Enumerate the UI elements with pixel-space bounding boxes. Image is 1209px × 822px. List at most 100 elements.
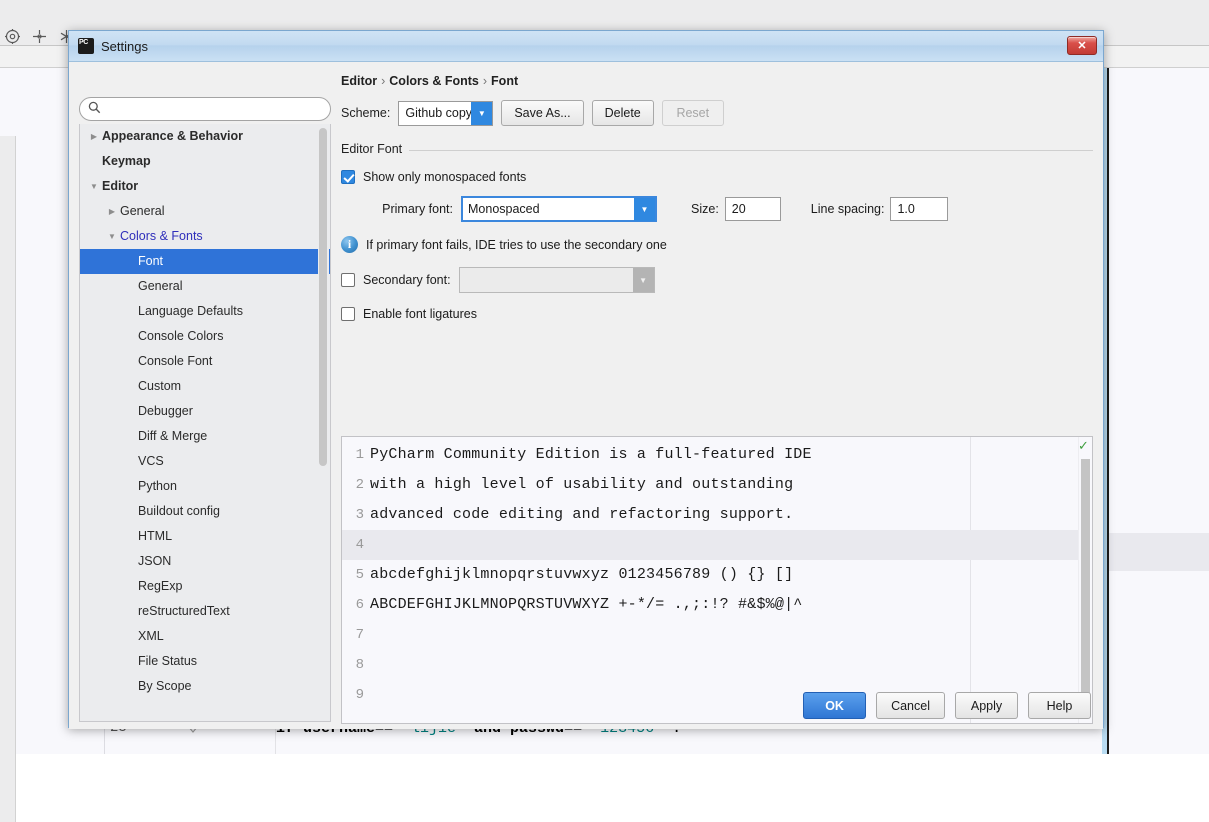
sidebar-item-xml[interactable]: XML bbox=[80, 624, 330, 649]
splitter-grip-icon bbox=[706, 427, 728, 431]
sidebar-item-keymap[interactable]: Keymap bbox=[80, 149, 330, 174]
info-row: i If primary font fails, IDE tries to us… bbox=[341, 236, 1093, 253]
tree-spacer bbox=[122, 599, 138, 624]
sidebar-item-regexp[interactable]: RegExp bbox=[80, 574, 330, 599]
preview-scrollbar[interactable] bbox=[1078, 437, 1092, 723]
inspection-check-icon[interactable]: ✓ bbox=[1077, 439, 1090, 452]
sidebar-item-html[interactable]: HTML bbox=[80, 524, 330, 549]
sidebar-item-general[interactable]: ▶General bbox=[80, 199, 330, 224]
sidebar-item-label: Debugger bbox=[138, 404, 193, 418]
preview-line-text: abcdefghijklmnopqrstuvwxyz 0123456789 ()… bbox=[370, 566, 793, 583]
font-preview-pane[interactable]: 1PyCharm Community Edition is a full-fea… bbox=[341, 436, 1093, 724]
preview-line: 1PyCharm Community Edition is a full-fea… bbox=[342, 440, 1092, 470]
show-monospaced-checkbox[interactable] bbox=[341, 170, 355, 184]
sidebar-item-python[interactable]: Python bbox=[80, 474, 330, 499]
chevron-down-icon[interactable]: ▼ bbox=[104, 224, 120, 249]
sidebar-item-colors-fonts[interactable]: ▼Colors & Fonts bbox=[80, 224, 330, 249]
info-text: If primary font fails, IDE tries to use … bbox=[366, 238, 667, 252]
tree-spacer bbox=[122, 424, 138, 449]
sidebar-item-label: Python bbox=[138, 479, 177, 493]
tree-spacer bbox=[122, 349, 138, 374]
chevron-right-icon[interactable]: ▶ bbox=[86, 124, 102, 149]
settings-tree[interactable]: ▶Appearance & Behavior Keymap▼Editor▶Gen… bbox=[79, 124, 331, 722]
preview-line-number: 2 bbox=[342, 470, 364, 500]
sidebar-item-buildout-config[interactable]: Buildout config bbox=[80, 499, 330, 524]
pycharm-logo-icon bbox=[78, 38, 94, 54]
tree-spacer bbox=[122, 249, 138, 274]
sidebar-item-label: VCS bbox=[138, 454, 164, 468]
line-spacing-label: Line spacing: bbox=[811, 202, 885, 216]
preview-scrollbar-thumb[interactable] bbox=[1081, 459, 1090, 709]
preview-line-number: 6 bbox=[342, 590, 364, 620]
sidebar-item-console-font[interactable]: Console Font bbox=[80, 349, 330, 374]
size-label: Size: bbox=[691, 202, 719, 216]
sidebar-item-label: General bbox=[120, 204, 164, 218]
secondary-font-row: Secondary font: ▼ bbox=[341, 267, 1093, 293]
sidebar-item-label: Language Defaults bbox=[138, 304, 243, 318]
primary-font-dropdown[interactable]: Monospaced ▼ bbox=[461, 196, 657, 222]
preview-line-number: 7 bbox=[342, 620, 364, 650]
enable-ligatures-checkbox[interactable] bbox=[341, 307, 355, 321]
sidebar-item-restructuredtext[interactable]: reStructuredText bbox=[80, 599, 330, 624]
delete-button[interactable]: Delete bbox=[592, 100, 654, 126]
sidebar-item-label: Font bbox=[138, 254, 163, 268]
chevron-down-icon[interactable]: ▼ bbox=[634, 198, 655, 221]
sidebar-item-label: By Scope bbox=[138, 679, 192, 693]
secondary-font-checkbox[interactable] bbox=[341, 273, 355, 287]
dialog-titlebar[interactable]: Settings ✕ bbox=[69, 31, 1103, 62]
breadcrumb-part-colors-fonts[interactable]: Colors & Fonts bbox=[389, 74, 479, 88]
sidebar-item-json[interactable]: JSON bbox=[80, 549, 330, 574]
chevron-down-icon[interactable]: ▼ bbox=[86, 174, 102, 199]
sidebar-item-vcs[interactable]: VCS bbox=[80, 449, 330, 474]
sidebar-item-by-scope[interactable]: By Scope bbox=[80, 674, 330, 699]
sidebar-item-label: Colors & Fonts bbox=[120, 229, 203, 243]
search-box[interactable] bbox=[79, 97, 331, 121]
sidebar-item-editor[interactable]: ▼Editor bbox=[80, 174, 330, 199]
secondary-font-label: Secondary font: bbox=[363, 273, 451, 287]
sidebar-item-language-defaults[interactable]: Language Defaults bbox=[80, 299, 330, 324]
chevron-down-icon[interactable]: ▼ bbox=[471, 102, 492, 125]
sidebar-item-label: Custom bbox=[138, 379, 181, 393]
chevron-down-icon[interactable]: ▼ bbox=[633, 268, 654, 292]
sidebar-item-general[interactable]: General bbox=[80, 274, 330, 299]
primary-font-row: Primary font: Monospaced ▼ Size: 20 Line… bbox=[341, 196, 1093, 222]
sidebar-item-appearance-behavior[interactable]: ▶Appearance & Behavior bbox=[80, 124, 330, 149]
tree-spacer bbox=[122, 449, 138, 474]
preview-line-text: advanced code editing and refactoring su… bbox=[370, 506, 793, 523]
preview-line: 4 bbox=[342, 530, 1092, 560]
apply-button[interactable]: Apply bbox=[955, 692, 1018, 719]
secondary-font-dropdown[interactable]: ▼ bbox=[459, 267, 655, 293]
sidebar-item-custom[interactable]: Custom bbox=[80, 374, 330, 399]
sidebar-item-label: File Status bbox=[138, 654, 197, 668]
line-spacing-input[interactable]: 1.0 bbox=[890, 197, 948, 221]
sidebar-item-file-status[interactable]: File Status bbox=[80, 649, 330, 674]
sidebar-item-label: HTML bbox=[138, 529, 172, 543]
sidebar-item-console-colors[interactable]: Console Colors bbox=[80, 324, 330, 349]
sidebar-item-label: Editor bbox=[102, 179, 138, 193]
scheme-dropdown[interactable]: Github copy ▼ bbox=[398, 101, 493, 126]
help-button[interactable]: Help bbox=[1028, 692, 1091, 719]
ide-right-edge-border bbox=[1107, 68, 1109, 754]
close-button[interactable]: ✕ bbox=[1067, 36, 1097, 55]
preview-line: 8 bbox=[342, 650, 1092, 680]
size-input[interactable]: 20 bbox=[725, 197, 781, 221]
sidebar-item-debugger[interactable]: Debugger bbox=[80, 399, 330, 424]
preview-line-number: 3 bbox=[342, 500, 364, 530]
cancel-button[interactable]: Cancel bbox=[876, 692, 945, 719]
preview-line-number: 5 bbox=[342, 560, 364, 590]
chevron-right-icon[interactable]: ▶ bbox=[104, 199, 120, 224]
search-input[interactable] bbox=[107, 101, 317, 117]
save-as-button[interactable]: Save As... bbox=[501, 100, 583, 126]
ok-button[interactable]: OK bbox=[803, 692, 866, 719]
sidebar-scrollbar[interactable] bbox=[318, 124, 329, 722]
sidebar-item-diff-merge[interactable]: Diff & Merge bbox=[80, 424, 330, 449]
breadcrumb-part-editor[interactable]: Editor bbox=[341, 74, 377, 88]
sidebar-item-font[interactable]: Font bbox=[80, 249, 330, 274]
tree-spacer bbox=[122, 524, 138, 549]
split-icon[interactable] bbox=[31, 28, 48, 45]
preview-splitter[interactable] bbox=[341, 422, 1093, 436]
sidebar-scrollbar-thumb[interactable] bbox=[319, 128, 327, 466]
tree-spacer bbox=[122, 624, 138, 649]
breadcrumb-separator-2: › bbox=[483, 74, 487, 88]
settings-gear-icon[interactable] bbox=[4, 28, 21, 45]
